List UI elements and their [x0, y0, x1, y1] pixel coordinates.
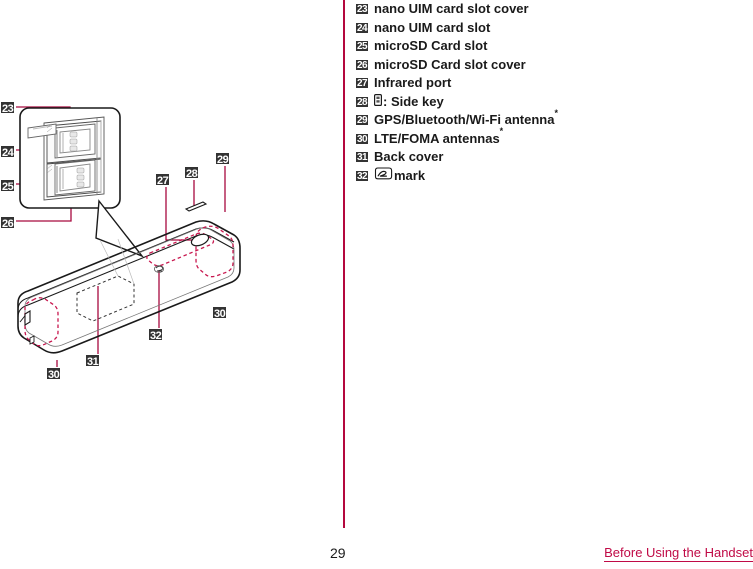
legend-footnote-29: * — [554, 107, 558, 118]
legend-item-28: 28 : Side key — [355, 93, 745, 112]
legend-badge-32: 32 — [355, 169, 369, 182]
legend-badge-25: 25 — [355, 40, 369, 52]
legend-label-28: : Side key — [383, 93, 444, 109]
manual-page: 23 24 25 26 27 28 29 30 30 31 32 23 nano… — [0, 0, 753, 569]
legend-label-27: Infrared port — [374, 75, 452, 90]
legend-label-29: GPS/Bluetooth/Wi-Fi antenna* — [374, 107, 558, 130]
callout-badge-26: 26 — [0, 216, 16, 230]
illustration-column: 23 24 25 26 27 28 29 30 30 31 32 — [0, 0, 343, 528]
legend-label-26: microSD Card slot cover — [374, 56, 526, 72]
legend-label-30: LTE/FOMA antennas* — [374, 127, 503, 149]
legend-label-24: nano UIM card slot — [374, 19, 491, 35]
callout-badge-30-left: 30 — [46, 367, 62, 381]
legend-label-29-text: GPS/Bluetooth/Wi-Fi antenna — [374, 112, 555, 127]
felica-mark-icon — [374, 166, 393, 186]
callout-badge-27: 27 — [155, 173, 171, 187]
legend-item-24: 24 nano UIM card slot — [355, 19, 745, 38]
felica-mark — [153, 265, 164, 273]
legend-label-31: Back cover — [374, 149, 444, 164]
callout-badge-30-right: 30 — [212, 306, 228, 320]
legend-item-27: 27 Infrared port — [355, 74, 745, 93]
footer-section-title: Before Using the Handset — [604, 545, 753, 562]
side-key — [184, 201, 208, 212]
legend-item-32: 32 mark — [355, 166, 745, 186]
bottom-left-aperture — [29, 335, 35, 345]
legend-footnote-30: * — [499, 126, 504, 137]
card-slot-location-outline — [76, 275, 135, 322]
callout-badge-23: 23 — [0, 101, 16, 115]
legend-item-31: 31 Back cover — [355, 148, 745, 167]
legend-item-23: 23 nano UIM card slot cover — [355, 0, 745, 19]
page-number: 29 — [330, 545, 346, 561]
page-footer: 29 Before Using the Handset — [0, 540, 753, 569]
callout-badge-24: 24 — [0, 145, 16, 159]
legend-badge-28: 28 — [355, 95, 369, 108]
legend-label-30-text: LTE/FOMA antennas — [374, 130, 500, 146]
callout-badge-32: 32 — [148, 328, 164, 342]
legend-badge-26: 26 — [355, 58, 369, 71]
callout-badge-25: 25 — [0, 179, 16, 193]
column-divider — [343, 0, 345, 528]
callout-badge-31: 31 — [85, 354, 101, 368]
legend-item-30: 30 LTE/FOMA antennas* — [355, 127, 745, 149]
legend-item-25: 25 microSD Card slot — [355, 37, 745, 56]
legend-list: 23 nano UIM card slot cover 24 nano UIM … — [355, 0, 745, 185]
legend-label-25: microSD Card slot — [374, 38, 488, 53]
callout-badge-28: 28 — [184, 166, 200, 180]
legend-badge-27: 27 — [355, 77, 369, 89]
legend-item-26: 26 microSD Card slot cover — [355, 56, 745, 75]
legend-badge-31: 31 — [355, 151, 369, 163]
legend-badge-29: 29 — [355, 114, 369, 126]
legend-item-29: 29 GPS/Bluetooth/Wi-Fi antenna* — [355, 107, 745, 130]
legend-badge-30: 30 — [355, 132, 369, 145]
card-slot-detail-box — [19, 107, 145, 258]
legend-label-32: mark — [394, 167, 426, 183]
legend-badge-24: 24 — [355, 21, 369, 34]
callout-badge-29: 29 — [215, 152, 231, 166]
left-edge-button — [24, 310, 31, 326]
side-key-icon — [374, 93, 383, 112]
legend-label-23: nano UIM card slot cover — [374, 1, 529, 16]
legend-badge-23: 23 — [355, 3, 369, 15]
handset-diagram — [0, 88, 255, 398]
